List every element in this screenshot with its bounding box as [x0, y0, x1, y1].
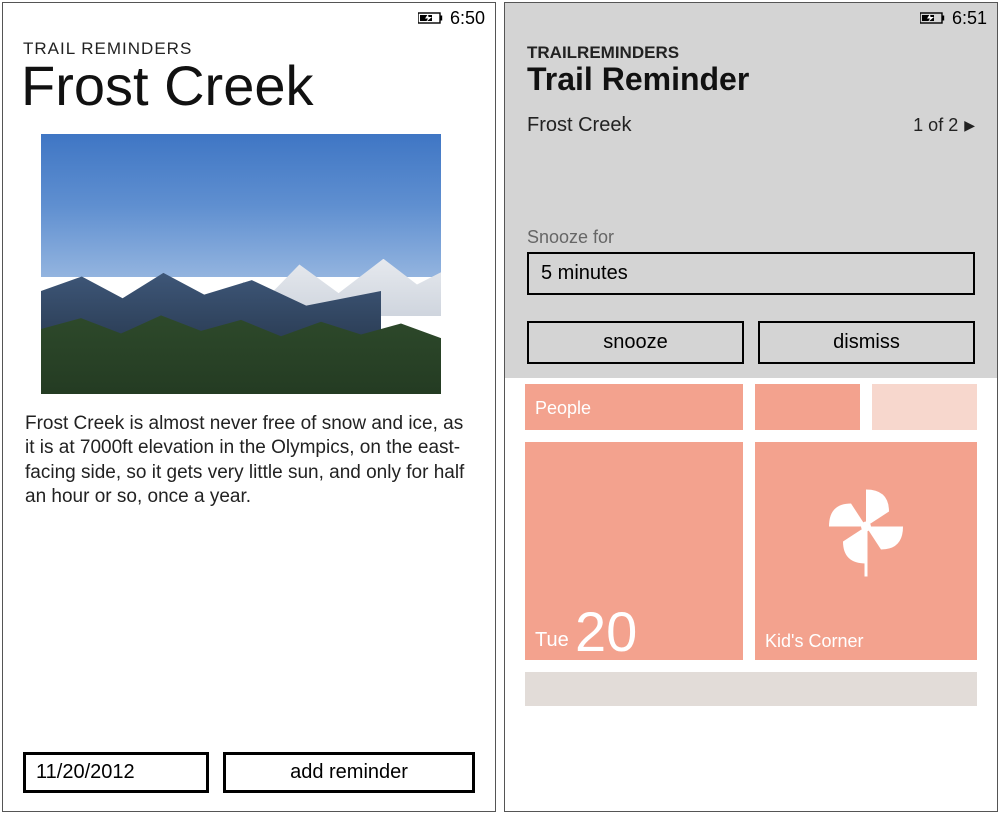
tile-partial[interactable] — [525, 672, 977, 706]
status-time: 6:51 — [952, 8, 987, 29]
dismiss-button[interactable]: dismiss — [758, 321, 975, 364]
battery-charging-icon — [418, 11, 444, 25]
battery-charging-icon — [920, 11, 946, 25]
counter-text: 1 of 2 — [913, 115, 958, 136]
tile-kids-label: Kid's Corner — [765, 631, 863, 652]
add-reminder-button[interactable]: add reminder — [223, 752, 475, 793]
pinwheel-icon — [821, 481, 911, 586]
page-title: Frost Creek — [21, 53, 475, 118]
phone-trail-detail: 6:50 TRAIL REMINDERS Frost Creek Frost C… — [2, 2, 496, 812]
tile-kids-corner[interactable]: Kid's Corner — [755, 442, 977, 660]
snooze-button[interactable]: snooze — [527, 321, 744, 364]
reminder-overlay: 6:51 TRAILREMINDERS Trail Reminder Frost… — [505, 3, 997, 378]
phone-reminder-popup: 6:51 TRAILREMINDERS Trail Reminder Frost… — [504, 2, 998, 812]
overlay-title: Trail Reminder — [527, 61, 975, 98]
calendar-day: Tue — [535, 629, 569, 652]
reminder-date-input[interactable] — [23, 752, 209, 793]
snooze-duration-select[interactable]: 5 minutes — [527, 252, 975, 295]
tile-people[interactable]: People — [525, 384, 743, 430]
tile-small-1[interactable] — [755, 384, 860, 430]
status-bar: 6:50 — [3, 3, 495, 31]
reminder-subject: Frost Creek — [527, 114, 631, 137]
status-bar: 6:51 — [505, 3, 997, 31]
app-header: TRAILREMINDERS — [527, 43, 975, 63]
status-time: 6:50 — [450, 8, 485, 29]
tile-small-2[interactable] — [872, 384, 977, 430]
calendar-date: 20 — [575, 599, 637, 664]
snooze-for-label: Snooze for — [527, 227, 975, 248]
chevron-right-icon: ▶ — [964, 117, 975, 134]
tile-calendar[interactable]: Tue 20 — [525, 442, 743, 660]
tile-people-label: People — [535, 398, 591, 418]
trail-photo — [41, 134, 441, 394]
start-screen-tiles: People Tue 20 — [505, 378, 997, 688]
trail-description: Frost Creek is almost never free of snow… — [23, 412, 475, 509]
reminder-counter[interactable]: 1 of 2 ▶ — [913, 115, 975, 136]
